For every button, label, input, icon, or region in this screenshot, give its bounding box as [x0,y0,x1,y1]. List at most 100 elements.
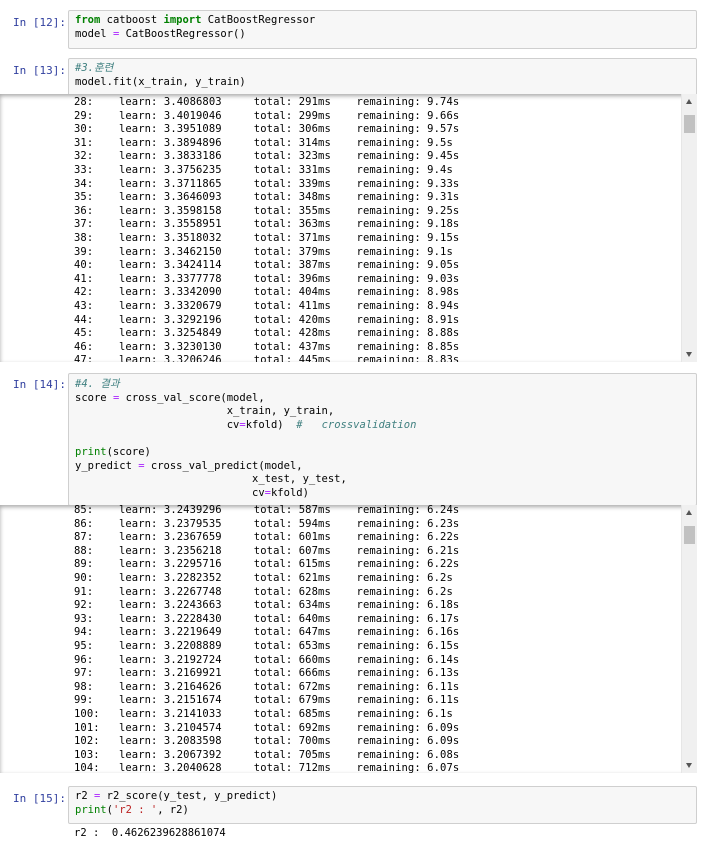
code-token: #4. 결과 [75,378,120,390]
code-token: # crossvalidation [296,418,417,431]
scroll-up-arrow-icon[interactable] [686,510,692,515]
log-line: 94: learn: 3.2219649 total: 647ms remain… [74,626,460,639]
code-token: cross_val_predict(model, [144,459,303,472]
code-line: r2 = r2_score(y_test, y_predict) [75,790,277,804]
code-token: 'r2 : ' [112,803,158,816]
code-token: model.fit(x_train, y_train) [75,75,246,88]
code-token: cv [75,418,240,431]
log-line: 91: learn: 3.2267748 total: 628ms remain… [74,585,453,598]
cell-15-code: r2 = r2_score(y_test, y_predict) print('r… [75,790,277,817]
log-line: 102: learn: 3.2083598 total: 700ms remai… [74,735,460,748]
cell-12-input[interactable]: from catboost import CatBoostRegressor mo… [68,10,697,49]
cell-12-code: from catboost import CatBoostRegressor mo… [75,14,315,41]
log-line: 99: learn: 3.2151674 total: 679ms remain… [74,694,460,707]
code-line: y_predict = cross_val_predict(model, [75,460,416,474]
log-line: 98: learn: 3.2164626 total: 672ms remain… [74,680,460,693]
log-line: 45: learn: 3.3254849 total: 428ms remain… [74,327,460,340]
code-line: x_test, y_test, [75,473,416,487]
cell-13-input[interactable]: #3.훈련 model.fit(x_train, y_train) [68,58,697,96]
log-line: 96: learn: 3.2192724 total: 660ms remain… [74,653,460,666]
code-line: cv=kfold) # crossvalidation [75,418,417,433]
log-line: 36: learn: 3.3598158 total: 355ms remain… [74,204,460,217]
scroll-thumb[interactable] [684,115,695,133]
code-line: print('r2 : ', r2) [75,804,277,818]
code-token: , r2) [157,803,189,816]
log-line: 30: learn: 3.3951089 total: 306ms remain… [74,123,460,136]
code-line: model.fit(x_train, y_train) [75,76,246,90]
code-line: print(score) [75,446,416,460]
log-line: 46: learn: 3.3230130 total: 437ms remain… [74,340,460,353]
scroll-down-arrow-icon[interactable] [686,352,692,357]
code-token: from [75,14,101,26]
log-line: 37: learn: 3.3558951 total: 363ms remain… [74,218,460,231]
r2-output: r2 : 0.4626239628861074 [74,827,226,839]
cell-13-code: #3.훈련 model.fit(x_train, y_train) [75,62,246,89]
log-line: 40: learn: 3.3424114 total: 387ms remain… [74,259,460,272]
code-token: score [75,391,113,404]
code-line: model = CatBoostRegressor() [75,28,315,42]
scroll-thumb[interactable] [684,526,695,544]
code-token: CatBoostRegressor [201,14,316,26]
log-line: 33: learn: 3.3756235 total: 331ms remain… [74,163,453,176]
log-line: 32: learn: 3.3833186 total: 323ms remain… [74,150,460,163]
log-line: 86: learn: 3.2379535 total: 594ms remain… [74,517,460,530]
scroll-down-arrow-icon[interactable] [686,763,692,768]
log-line: 89: learn: 3.2295716 total: 615ms remain… [74,558,460,571]
log-line: 100: learn: 3.2141033 total: 685ms remai… [74,707,453,720]
code-token: cross_val_score(model, [119,391,265,404]
log-line: 92: learn: 3.2243663 total: 634ms remain… [74,599,460,612]
code-token: catboost [100,14,164,26]
log-line: 95: learn: 3.2208889 total: 653ms remain… [74,639,460,652]
cell-13-prompt: In [13]: [13,64,66,77]
log-line: 87: learn: 3.2367659 total: 601ms remain… [74,531,460,544]
code-token: import [163,14,202,26]
code-token: x_train, y_train, [75,405,335,418]
log-line: 28: learn: 3.4086803 total: 291ms remain… [74,96,460,108]
log-line: 38: learn: 3.3518032 total: 371ms remain… [74,231,460,244]
code-token: print [75,445,107,458]
code-token: r2_score(y_test, y_predict) [100,790,278,802]
cell-15-input[interactable]: r2 = r2_score(y_test, y_predict) print('r… [68,786,697,824]
code-token: r2 [75,790,94,802]
code-line: #3.훈련 [75,62,246,76]
log-line: 41: learn: 3.3377778 total: 396ms remain… [74,272,460,285]
fit-output-log: 28: learn: 3.4086803 total: 291ms remain… [74,96,459,362]
scroll-up-arrow-icon[interactable] [686,99,692,104]
code-token: kfold) [245,418,297,431]
log-line: 101: learn: 3.2104574 total: 692ms remai… [74,721,460,734]
code-token: print [75,803,107,816]
log-line: 90: learn: 3.2282352 total: 621ms remain… [74,571,453,584]
code-token: #3.훈련 [75,62,114,74]
cv-output-scrollarea[interactable]: 85: learn: 3.2439296 total: 587ms remain… [0,505,697,773]
cell-14-prompt: In [14]: [13,378,66,391]
code-token: kfold) [270,486,309,499]
code-token: cv [75,486,265,499]
log-line: 39: learn: 3.3462150 total: 379ms remain… [74,245,453,258]
cv-output-scrollbar[interactable] [681,505,697,773]
fit-output-scrollbar[interactable] [681,94,697,362]
code-token: x_test, y_test, [75,473,347,486]
log-line: 103: learn: 3.2067392 total: 705ms remai… [74,748,460,761]
cell-12-prompt: In [12]: [13,16,66,29]
code-line: cv=kfold) [75,487,416,501]
cell-14-code: #4. 결과 score = cross_val_score(model, x_t… [75,378,416,500]
cell-15-prompt: In [15]: [13,792,66,805]
code-token: y_predict [75,459,139,472]
fit-output-scrollarea[interactable]: 28: learn: 3.4086803 total: 291ms remain… [0,94,697,362]
log-line: 29: learn: 3.4019046 total: 299ms remain… [74,109,460,122]
log-line: 42: learn: 3.3342090 total: 404ms remain… [74,286,460,299]
cv-output-log: 85: learn: 3.2439296 total: 587ms remain… [74,505,459,773]
code-line: score = cross_val_score(model, [75,392,416,406]
log-line: 43: learn: 3.3320679 total: 411ms remain… [74,299,460,312]
log-line: 44: learn: 3.3292196 total: 420ms remain… [74,313,460,326]
log-line: 93: learn: 3.2228430 total: 640ms remain… [74,612,460,625]
log-line: 85: learn: 3.2439296 total: 587ms remain… [74,505,460,516]
code-line: x_train, y_train, [75,405,416,419]
log-line: 35: learn: 3.3646093 total: 348ms remain… [74,191,460,204]
code-token: (score) [106,445,151,458]
cell-14-input[interactable]: #4. 결과 score = cross_val_score(model, x_t… [68,373,697,506]
log-line: 31: learn: 3.3894896 total: 314ms remain… [74,136,453,149]
log-line: 47: learn: 3.3206246 total: 445ms remain… [74,354,460,362]
log-line: 88: learn: 3.2356218 total: 607ms remain… [74,544,460,557]
